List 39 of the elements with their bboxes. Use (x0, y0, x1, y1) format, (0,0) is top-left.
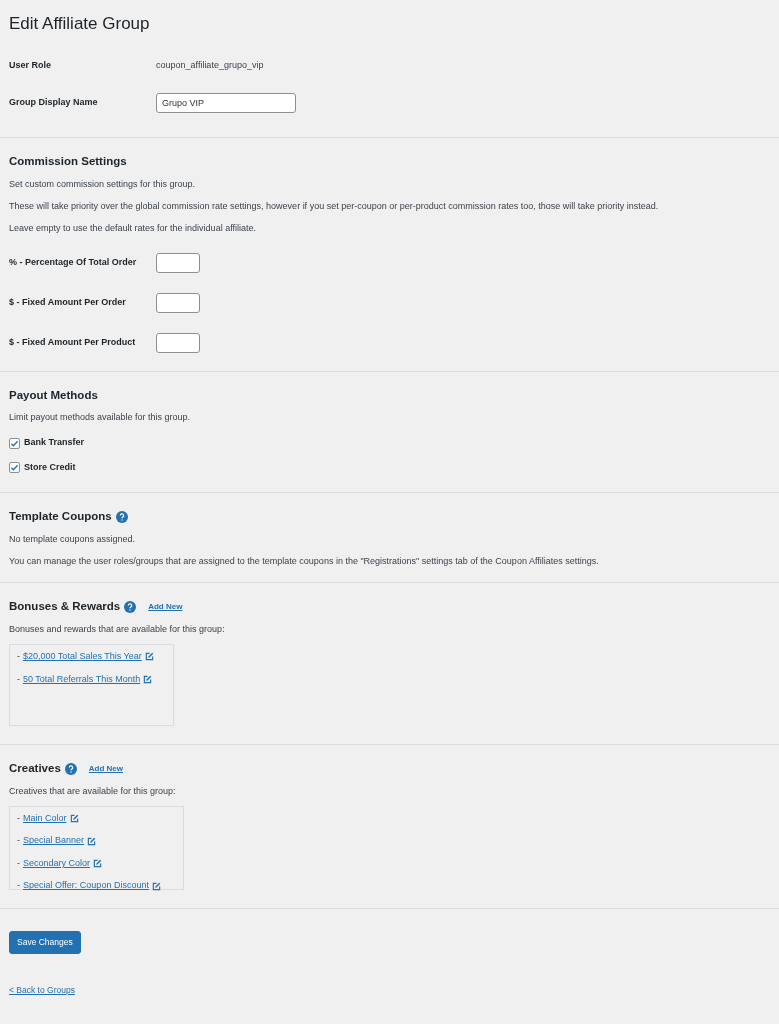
section-heading: Creatives (9, 762, 61, 776)
description-text: Set custom commission settings for this group. (9, 177, 197, 191)
dash-text: - (17, 811, 20, 825)
field-value: coupon_affiliate_grupo_vip (156, 59, 264, 73)
field-label: % - Percentage Of Total Order (9, 255, 138, 269)
description-text: Limit payout methods available for this group. (9, 411, 192, 425)
section-heading: Template Coupons (9, 510, 112, 525)
checkbox-label: Store Credit (24, 461, 76, 474)
item-link[interactable]: 50 Total Referrals This Month (23, 672, 141, 687)
field-label: Group Display Name (9, 96, 99, 110)
field-label: $ - Fixed Amount Per Order (9, 295, 127, 309)
dash-text: - (17, 672, 20, 686)
description-text: These will take priority over the global commission rate settings, however if you set per-coupon or per-product commission rates too, those will take priority instead. (9, 199, 660, 213)
field-label: User Role (9, 59, 53, 73)
item-link[interactable]: Special Offer: Coupon Discount (23, 879, 149, 893)
item-link[interactable]: Secondary Color (23, 856, 91, 871)
field-label: $ - Fixed Amount Per Product (9, 335, 137, 349)
input-field[interactable]: Grupo VIP (156, 92, 296, 113)
section-heading: Commission Settings (9, 154, 127, 169)
back-link[interactable]: < Back to Groups (9, 984, 75, 995)
dash-text: - (17, 834, 20, 848)
item-link[interactable]: Special Banner (23, 834, 85, 848)
description-text: No template coupons assigned. (9, 533, 137, 547)
section-heading: Bonuses & Rewards (9, 600, 121, 615)
dash-text: - (17, 879, 20, 893)
description-text: You can manage the user roles/groups that are assigned to the template coupons in the "Registrations" settings tab of the Coupon Affiliates settings. (9, 555, 600, 569)
dash-text: - (17, 650, 20, 664)
add-new-link[interactable]: Add New (148, 601, 183, 614)
item-link[interactable]: $20,000 Total Sales This Year (23, 650, 142, 664)
section-heading: Payout Methods (9, 388, 98, 403)
description-text: Leave empty to use the default rates for the individual affiliate. (9, 221, 257, 235)
save-button[interactable]: Save Changes (9, 930, 81, 954)
item-link[interactable]: Main Color (23, 811, 67, 826)
dash-text: - (17, 856, 20, 870)
page-title: Edit Affiliate Group (9, 14, 151, 35)
description-text: Creatives that are available for this group: (9, 784, 177, 798)
description-text: Bonuses and rewards that are available for this group: (9, 623, 226, 637)
checkbox-label: Bank Transfer (24, 436, 85, 450)
add-new-link[interactable]: Add New (88, 762, 124, 775)
